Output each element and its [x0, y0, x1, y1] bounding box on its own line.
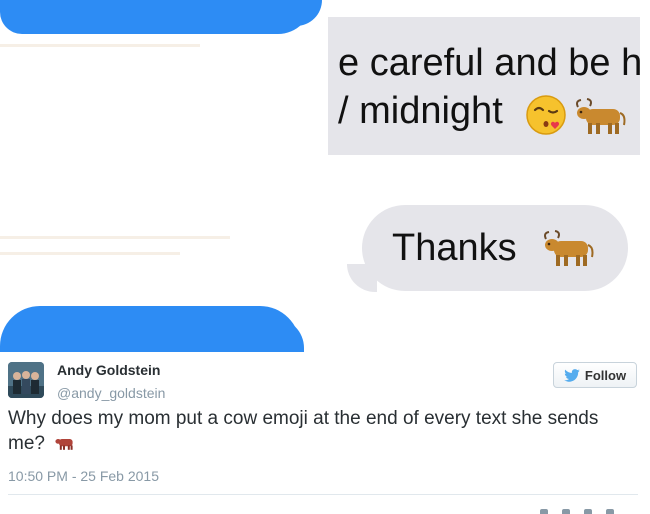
avatar-photo-icon — [8, 362, 44, 398]
ox-icon — [576, 98, 626, 134]
ghost-artifact — [0, 252, 180, 255]
tweet-actions-partial — [540, 506, 630, 514]
received-text-line-1: e careful and be h — [338, 42, 640, 84]
author-name[interactable]: Andy Goldstein — [57, 362, 160, 378]
received-text-line-2: / midnight — [338, 90, 503, 132]
tweet-card: Andy Goldstein @andy_goldstein Follow Wh… — [0, 352, 650, 514]
divider — [8, 494, 638, 495]
cow-icon — [55, 439, 73, 450]
sent-bubble-top-tail — [252, 0, 322, 26]
received-bubble: e careful and be h / midnight — [328, 17, 640, 155]
action-icon[interactable] — [562, 509, 570, 514]
twitter-bird-icon — [564, 368, 580, 382]
avatar[interactable] — [8, 362, 44, 398]
kissing-face-icon — [526, 95, 566, 135]
follow-button[interactable]: Follow — [553, 362, 637, 388]
follow-label: Follow — [584, 367, 627, 383]
thanks-text: Thanks — [392, 226, 517, 269]
tweet-timestamp[interactable]: 10:50 PM - 25 Feb 2015 — [8, 468, 159, 484]
ghost-artifact — [0, 44, 200, 47]
action-icon[interactable] — [606, 509, 614, 514]
action-icon[interactable] — [540, 509, 548, 514]
ghost-artifact — [0, 236, 230, 239]
tweet-text: Why does my mom put a cow emoji at the e… — [8, 406, 628, 456]
tweet-body: Why does my mom put a cow emoji at the e… — [8, 408, 599, 454]
message-screenshot: e careful and be h / midnight Thanks — [0, 0, 650, 352]
ox-icon — [544, 230, 594, 266]
action-icon[interactable] — [584, 509, 592, 514]
author-handle[interactable]: @andy_goldstein — [57, 385, 165, 401]
